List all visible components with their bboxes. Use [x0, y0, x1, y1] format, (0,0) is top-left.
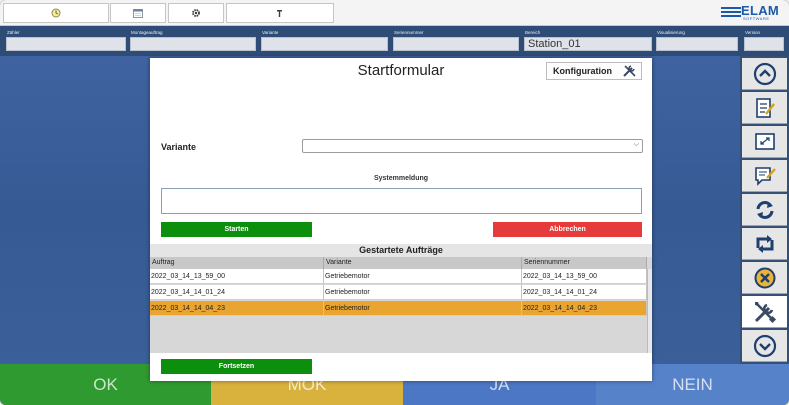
sidebar-refresh-button[interactable]: [742, 194, 787, 226]
column-header-seriennummer[interactable]: Seriennummer: [522, 257, 647, 269]
start-form-dialog: Startformular Konfiguration Variante ⌵ S…: [150, 58, 652, 381]
table-header: Auftrag Variante Seriennummer: [150, 257, 647, 269]
info-visualisierung-label: Visualisierung: [657, 30, 685, 35]
table-row[interactable]: 2022_03_14_13_59_00 Getriebemotor 2022_0…: [150, 269, 647, 284]
info-montageauftrag: Montageauftrag: [130, 29, 256, 55]
info-variante-label: Variante: [262, 30, 279, 35]
cell-auftrag: 2022_03_14_14_04_23: [150, 301, 324, 316]
info-visualisierung: Visualisierung: [656, 29, 738, 55]
variante-label: Variante: [161, 142, 197, 152]
column-header-auftrag[interactable]: Auftrag: [150, 257, 324, 269]
screen-icon: [754, 132, 775, 150]
cell-variante: Getriebemotor: [324, 285, 522, 300]
cell-seriennummer: 2022_03_14_14_01_24: [522, 285, 647, 300]
info-montageauftrag-label: Montageauftrag: [131, 30, 163, 35]
cell-auftrag: 2022_03_14_14_01_24: [150, 285, 324, 300]
sidebar-screen-button[interactable]: [742, 126, 787, 158]
info-zaehler: Zähler: [6, 29, 126, 55]
konfiguration-label: Konfiguration: [553, 66, 612, 76]
continue-button[interactable]: Fortsetzen: [161, 359, 312, 374]
info-seriennummer-value: [393, 37, 519, 51]
info-seriennummer: Seriennummer: [393, 29, 519, 55]
edit-note-icon: [754, 166, 776, 186]
table-row[interactable]: 2022_03_14_14_01_24 Getriebemotor 2022_0…: [150, 285, 647, 300]
info-bereich-label: Bereich: [525, 30, 541, 35]
scroll-up-icon: [753, 62, 776, 85]
info-header: Zähler Montageauftrag Variante Seriennum…: [0, 26, 789, 56]
toolbar-tool-button[interactable]: [226, 3, 334, 23]
cancel-button[interactable]: Abbrechen: [493, 222, 642, 237]
gear-icon: [192, 9, 200, 17]
tools-icon: [623, 65, 636, 77]
info-version-value: [744, 37, 784, 51]
cell-seriennummer: 2022_03_14_13_59_00: [522, 269, 647, 284]
cancel-circle-icon: [754, 267, 775, 288]
clock-icon: [51, 8, 61, 18]
scroll-down-icon: [753, 334, 776, 357]
start-button[interactable]: Starten: [161, 222, 312, 237]
info-montageauftrag-value: [130, 37, 256, 51]
refresh-icon: [756, 200, 773, 219]
cell-auftrag: 2022_03_14_13_59_00: [150, 269, 324, 284]
cell-variante: Getriebemotor: [324, 301, 522, 316]
logo-subtext: SOFTWARE: [743, 16, 770, 21]
checklist-icon: [755, 97, 775, 118]
elam-logo: ELAM SOFTWARE: [721, 3, 785, 23]
app-window: ELAM SOFTWARE Zähler Montageauftrag Vari…: [0, 0, 789, 405]
info-bereich-value: Station_01: [524, 37, 652, 51]
sidebar-scroll-up-button[interactable]: [742, 58, 787, 90]
started-orders-table: Gestartete Aufträge Auftrag Variante Ser…: [150, 244, 652, 353]
systemmeldung-field[interactable]: [161, 188, 642, 214]
calendar-icon: [133, 8, 143, 18]
cell-variante: Getriebemotor: [324, 269, 522, 284]
info-seriennummer-label: Seriennummer: [394, 30, 424, 35]
tools-icon: [754, 301, 776, 323]
info-version-label: Version: [745, 30, 761, 35]
info-bereich: Bereich Station_01: [524, 29, 652, 55]
info-visualisierung-value: [656, 37, 738, 51]
info-variante: Variante: [261, 29, 388, 55]
info-zaehler-label: Zähler: [7, 30, 20, 35]
sidebar-checklist-button[interactable]: [742, 92, 787, 124]
info-zaehler-value: [6, 37, 126, 51]
top-toolbar: ELAM SOFTWARE: [0, 0, 789, 26]
sidebar-edit-note-button[interactable]: [742, 160, 787, 192]
table-title: Gestartete Aufträge: [150, 244, 652, 257]
table-scrollbar[interactable]: [647, 269, 652, 353]
sidebar-cancel-button[interactable]: [742, 262, 787, 294]
systemmeldung-label: Systemmeldung: [373, 175, 429, 182]
chevron-down-icon: ⌵: [633, 141, 639, 148]
toolbar-clock-button[interactable]: [3, 3, 109, 23]
sidebar-tools-button[interactable]: [742, 296, 787, 328]
tool-icon: [277, 10, 282, 17]
toolbar-calendar-button[interactable]: [110, 3, 166, 23]
table-row-selected[interactable]: 2022_03_14_14_04_23 Getriebemotor 2022_0…: [150, 301, 647, 316]
repeat-icon: [756, 234, 773, 253]
toolbar-gear-button[interactable]: [168, 3, 224, 23]
sidebar-repeat-button[interactable]: [742, 228, 787, 260]
konfiguration-button[interactable]: Konfiguration: [546, 62, 642, 80]
variante-select[interactable]: ⌵: [302, 139, 643, 153]
sidebar-scroll-down-button[interactable]: [742, 330, 787, 362]
column-header-variante[interactable]: Variante: [324, 257, 522, 269]
cell-seriennummer: 2022_03_14_14_04_23: [522, 301, 647, 316]
info-variante-value: [261, 37, 388, 51]
info-version: Version: [744, 29, 784, 55]
right-sidebar: [740, 56, 789, 364]
